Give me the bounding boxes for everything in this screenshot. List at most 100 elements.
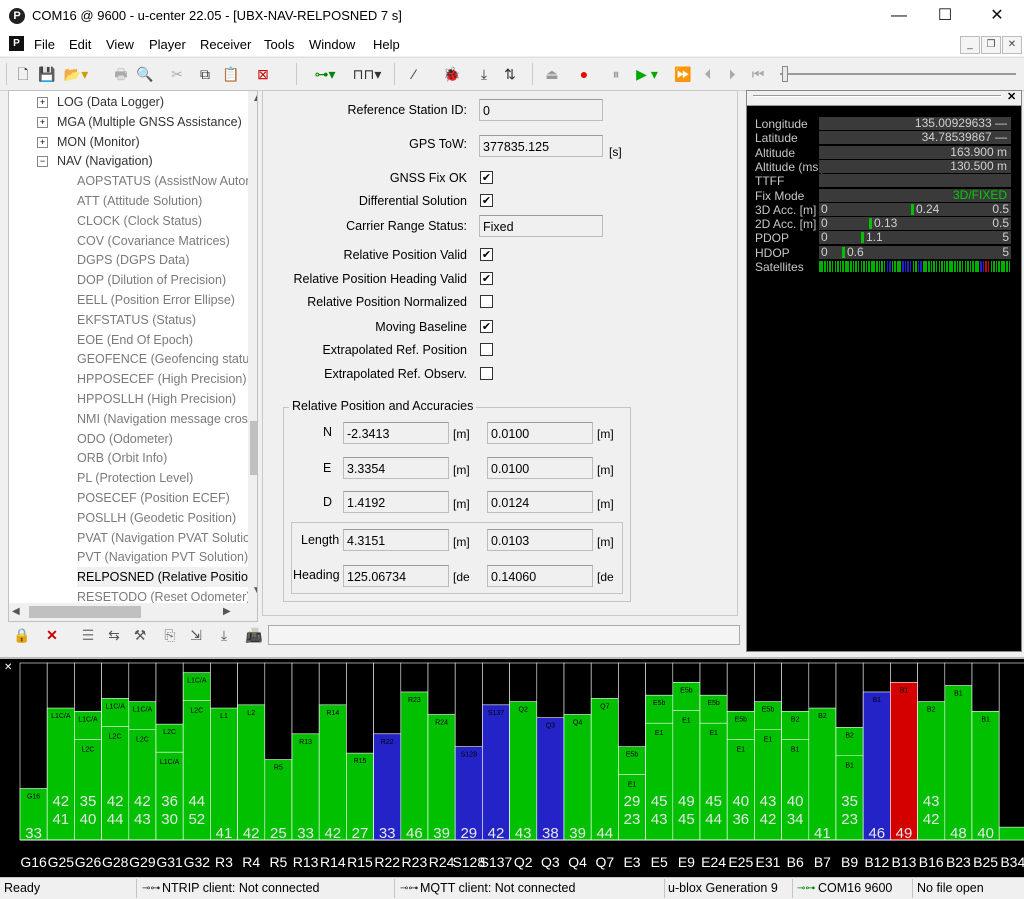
satellite-tick — [967, 261, 969, 272]
configure-icon[interactable]: ⚒ — [130, 625, 150, 645]
gauge-bar: 0 5 1.1 — [819, 231, 1011, 245]
menu-tools[interactable]: Tools — [264, 37, 294, 52]
cno-value: 29 — [624, 793, 641, 810]
tree-scroll-thumb[interactable] — [250, 421, 257, 475]
tree-hscroll-thumb[interactable] — [29, 606, 141, 618]
play-icon[interactable]: ▶ ▾ — [630, 64, 664, 84]
maximize-button[interactable]: ☐ — [922, 0, 968, 32]
tree-vertical-scrollbar[interactable]: ▲ ▼ — [248, 91, 257, 603]
scroll-up-arrow-icon[interactable]: ▲ — [252, 93, 257, 104]
download-list-icon[interactable]: ⤓ — [214, 625, 234, 645]
status-mqtt[interactable]: MQTT client: Not connected — [420, 880, 575, 897]
gauge-bar: 0 0.5 0.13 — [819, 217, 1011, 231]
save-icon[interactable]: 💾 — [38, 64, 56, 84]
menu-view[interactable]: View — [106, 37, 134, 52]
menu-window[interactable]: Window — [309, 37, 355, 52]
cno-value: 42 — [488, 825, 505, 842]
satellite-id: E31 — [756, 854, 781, 870]
clear-icon[interactable]: ⊠ — [254, 64, 272, 84]
satellite-tick — [938, 261, 941, 272]
moving-baseline-checkbox[interactable]: ✔ — [480, 320, 493, 333]
tree-item-label: EELL (Position Error Ellipse) — [77, 293, 235, 307]
cno-value: 36 — [161, 793, 178, 810]
scroll-left-arrow-icon[interactable]: ◀ — [12, 606, 20, 617]
step-forward-icon[interactable]: ⏵ — [722, 64, 742, 84]
send-icon[interactable]: 📠 — [244, 625, 264, 645]
open-folder-icon[interactable]: 📂▾ — [62, 64, 90, 84]
playback-slider-thumb[interactable] — [782, 66, 788, 82]
connection-icon[interactable]: ⊶▾ — [306, 64, 344, 84]
menu-edit[interactable]: Edit — [69, 37, 91, 52]
menu-help[interactable]: Help — [373, 37, 400, 52]
mdi-close-button[interactable]: ✕ — [1002, 36, 1022, 54]
step-back-icon[interactable]: ⏴ — [698, 64, 718, 84]
message-tree[interactable]: + LOG (Data Logger) + MGA (Multiple GNSS As… — [8, 90, 258, 622]
gauge-bar: 0 5 0.6 — [819, 245, 1011, 259]
signal-label: L2C — [136, 737, 149, 744]
print-preview-icon[interactable]: 🔍 — [136, 64, 154, 84]
lock-icon[interactable]: 🔒 — [12, 625, 32, 645]
menu-receiver[interactable]: Receiver — [200, 37, 251, 52]
panel-close-icon[interactable]: ✕ — [1007, 90, 1016, 103]
expand-icon[interactable]: + — [37, 136, 48, 148]
status-ntrip[interactable]: NTRIP client: Not connected — [162, 880, 319, 897]
mdi-restore-button[interactable]: ❐ — [981, 36, 1001, 54]
close-button[interactable]: ✕ — [974, 0, 1020, 32]
minimize-button[interactable]: — — [876, 0, 922, 32]
rel-pos-heading-valid-checkbox[interactable]: ✔ — [480, 272, 493, 285]
baudrate-icon[interactable]: ⊓⊓▾ — [348, 64, 386, 84]
scroll-down-arrow-icon[interactable]: ▼ — [252, 585, 257, 596]
list-icon[interactable]: ☰ — [78, 625, 98, 645]
gnss-fix-ok-checkbox[interactable]: ✔ — [480, 171, 493, 184]
expand-icon[interactable]: + — [37, 116, 48, 128]
tree-item-label: EKFSTATUS (Status) — [77, 312, 197, 327]
menu-file[interactable]: File — [34, 37, 55, 52]
delete-icon[interactable]: ✕ — [42, 625, 62, 645]
rel-pos-valid-checkbox[interactable]: ✔ — [480, 248, 493, 261]
signal-label: E1 — [709, 730, 718, 737]
import-icon[interactable]: ⇲ — [186, 625, 206, 645]
debug-bug-icon[interactable]: 🐞 — [442, 64, 462, 84]
playback-slider-track[interactable] — [780, 73, 1016, 75]
record-icon[interactable]: ● — [574, 64, 594, 84]
pause-icon[interactable]: ⏸ — [606, 64, 626, 84]
rewind-icon[interactable]: ⏮ — [748, 64, 768, 84]
differential-solution-checkbox[interactable]: ✔ — [480, 194, 493, 207]
satellite-tick — [860, 261, 863, 272]
signal-label: L2C — [190, 708, 203, 715]
signal-label: L1 — [220, 713, 228, 720]
eject-icon[interactable]: ⏏ — [542, 64, 562, 84]
paste-icon[interactable]: 📋 — [222, 64, 240, 84]
collapse-icon[interactable]: − — [37, 156, 48, 168]
fast-forward-icon[interactable]: ⏩ — [672, 64, 694, 84]
signal-bar — [971, 710, 1000, 841]
satellite-id: B25 — [973, 854, 998, 870]
signal-label: L2C — [109, 733, 122, 740]
extrapolated-ref-position-checkbox[interactable] — [480, 343, 493, 356]
satellite-id: E3 — [623, 854, 640, 870]
cno-value: 39 — [433, 825, 450, 842]
cut-icon[interactable]: ✂ — [168, 64, 186, 84]
mdi-minimize-button[interactable]: _ — [960, 36, 980, 54]
adjust-icon[interactable]: ⇅ — [500, 64, 520, 84]
download-icon[interactable]: ⤓ — [474, 64, 494, 84]
gauge-label: PDOP — [755, 231, 790, 246]
copy-icon[interactable]: ⧉ — [196, 64, 214, 84]
cno-value: 38 — [542, 825, 559, 842]
signal-bar — [590, 698, 619, 841]
scroll-right-arrow-icon[interactable]: ▶ — [223, 606, 231, 617]
extrapolated-ref-observ-checkbox[interactable] — [480, 367, 493, 380]
satellite-tick — [899, 261, 901, 272]
tree-horizontal-scrollbar[interactable]: ◀ ▶ — [9, 603, 257, 621]
print-icon[interactable]: 🖶 — [112, 64, 130, 84]
expand-icon[interactable]: + — [37, 97, 48, 108]
new-file-icon[interactable]: 🗋 — [14, 64, 32, 84]
autobaud-wand-icon[interactable]: ⁄ — [404, 64, 424, 84]
message-send-field[interactable] — [268, 625, 740, 645]
poll-icon[interactable]: ⇆ — [104, 625, 124, 645]
rel-pos-normalized-checkbox[interactable] — [480, 295, 493, 308]
status-panel-header: ✕ — [747, 91, 1021, 106]
export-icon[interactable]: ⎘ — [160, 625, 180, 645]
cno-value: 43 — [923, 793, 940, 810]
menu-player[interactable]: Player — [149, 37, 186, 52]
